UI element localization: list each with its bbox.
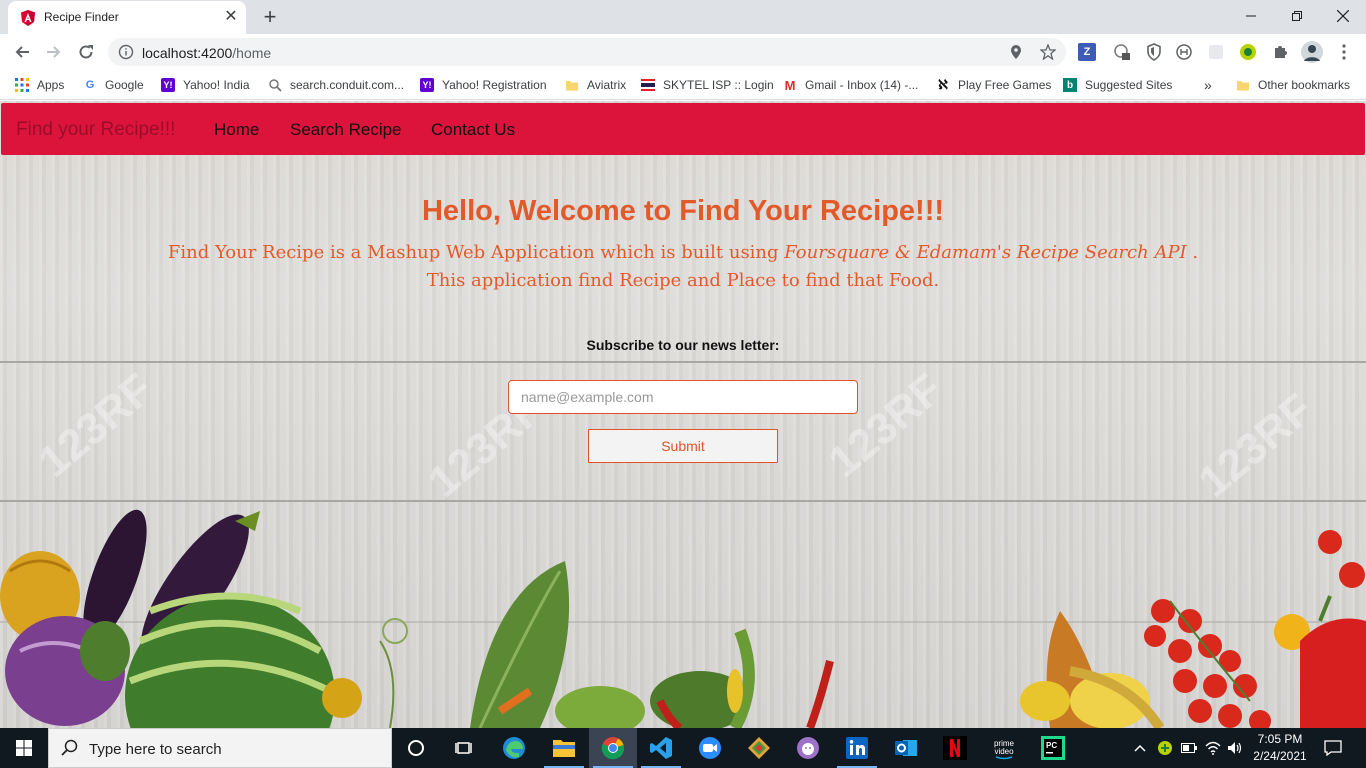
- notification-icon[interactable]: [1320, 738, 1346, 758]
- bookmark-suggested-sites[interactable]: b Suggested Sites: [1063, 76, 1172, 94]
- bookmark-play-free-games[interactable]: ℵ Play Free Games: [936, 76, 1051, 94]
- svg-text:PC: PC: [1046, 741, 1057, 750]
- git-icon[interactable]: [735, 728, 783, 768]
- bookmark-aviatrix[interactable]: Aviatrix: [565, 76, 626, 94]
- chevron-up-icon[interactable]: [1132, 738, 1148, 758]
- vpn-extension-icon[interactable]: [1174, 42, 1194, 62]
- browser-tab[interactable]: Recipe Finder ✕: [8, 1, 246, 34]
- blank-extension-icon[interactable]: [1206, 42, 1226, 62]
- vegetables-image: [0, 509, 1366, 728]
- pycharm-icon[interactable]: PC: [1029, 728, 1077, 768]
- new-tab-button[interactable]: +: [258, 6, 282, 30]
- watermark-text: 123RF: [1189, 384, 1323, 507]
- github-desktop-icon[interactable]: [784, 728, 832, 768]
- page-content: 123RF 123RF 123RF 123RF Find your Recipe…: [0, 101, 1366, 728]
- bookmark-yahoo-india[interactable]: Y! Yahoo! India: [161, 76, 250, 94]
- clock-time: 7:05 PM: [1257, 732, 1303, 746]
- navbar-brand[interactable]: Find your Recipe!!!: [16, 119, 175, 141]
- bookmark-gmail[interactable]: M Gmail - Inbox (14) -...: [783, 76, 919, 94]
- watermark-text: 123RF: [29, 364, 163, 487]
- bookmarks-bar: Apps G Google Y! Yahoo! India search.con…: [0, 70, 1366, 100]
- bookmark-other-bookmarks[interactable]: Other bookmarks: [1236, 76, 1350, 94]
- close-tab-icon[interactable]: ✕: [222, 8, 240, 26]
- welcome-heading: Hello, Welcome to Find Your Recipe!!!: [421, 195, 945, 227]
- prime-video-icon[interactable]: prime video: [980, 728, 1028, 768]
- apps-grid-icon: [15, 78, 29, 92]
- address-bar[interactable]: localhost:4200/home: [108, 38, 1066, 66]
- chrome-icon[interactable]: [589, 728, 637, 768]
- subscribe-label: Subscribe to our news letter:: [586, 337, 780, 353]
- google-icon: G: [85, 79, 95, 91]
- gmail-icon: M: [784, 77, 796, 93]
- extensions-puzzle-icon[interactable]: [1270, 42, 1290, 62]
- reload-icon[interactable]: [74, 40, 98, 64]
- search-icon: [61, 739, 78, 756]
- forward-icon[interactable]: [42, 40, 66, 64]
- folder-icon: [1236, 78, 1250, 92]
- email-field[interactable]: [508, 380, 858, 414]
- file-explorer-icon[interactable]: [540, 728, 588, 768]
- vscode-icon[interactable]: [637, 728, 685, 768]
- search-icon: [268, 78, 282, 92]
- games-icon: ℵ: [938, 77, 948, 92]
- angular-icon: [21, 10, 35, 26]
- netflix-icon[interactable]: [931, 728, 979, 768]
- volume-icon[interactable]: [1226, 738, 1244, 758]
- windows-start-icon[interactable]: [0, 728, 48, 768]
- yahoo-icon: Y!: [161, 78, 175, 92]
- taskbar-search-placeholder: Type here to search: [89, 741, 222, 758]
- profile-avatar[interactable]: [1301, 41, 1323, 63]
- shield-icon[interactable]: [1144, 42, 1164, 62]
- submit-button[interactable]: Submit: [588, 429, 778, 463]
- location-icon[interactable]: [1008, 44, 1024, 60]
- more-menu-icon[interactable]: [1334, 42, 1354, 62]
- bookmark-yahoo-registration[interactable]: Y! Yahoo! Registration: [420, 76, 547, 94]
- linkedin-icon[interactable]: [833, 728, 881, 768]
- zoom-icon[interactable]: [686, 728, 734, 768]
- bookmark-google[interactable]: G Google: [83, 76, 144, 94]
- clock-date: 2/24/2021: [1253, 749, 1307, 763]
- taskbar-clock[interactable]: 7:05 PM 2/24/2021: [1248, 731, 1312, 765]
- cortana-icon[interactable]: [392, 728, 440, 768]
- battery-icon[interactable]: [1180, 738, 1198, 758]
- close-window-icon[interactable]: [1320, 0, 1366, 32]
- folder-icon: [565, 78, 579, 92]
- restore-icon[interactable]: [1274, 0, 1320, 32]
- back-icon[interactable]: [10, 40, 34, 64]
- minimize-icon[interactable]: [1228, 0, 1274, 32]
- star-icon[interactable]: [1040, 44, 1056, 60]
- svg-text:video: video: [994, 747, 1014, 756]
- site-navbar: Find your Recipe!!! Home Search Recipe C…: [1, 103, 1365, 155]
- yahoo-icon: Y!: [420, 78, 434, 92]
- bookmark-apps[interactable]: Apps: [15, 76, 64, 94]
- bookmarks-overflow-button[interactable]: »: [1204, 76, 1212, 94]
- outlook-icon[interactable]: [882, 728, 930, 768]
- tray-app-icon[interactable]: [1156, 738, 1174, 758]
- flag-icon: [641, 78, 655, 92]
- windows-taskbar: Type here to search prime video PC 7:05 P…: [0, 728, 1366, 768]
- browser-toolbar: localhost:4200/home Z: [0, 34, 1366, 70]
- app-description: Find Your Recipe is a Mashup Web Applica…: [167, 242, 1199, 291]
- extension-icon[interactable]: [1112, 42, 1132, 62]
- edge-icon[interactable]: [490, 728, 538, 768]
- info-icon[interactable]: [118, 44, 134, 60]
- nav-link-home[interactable]: Home: [214, 120, 259, 140]
- translate-extension-icon[interactable]: [1238, 42, 1258, 62]
- browser-tab-strip: Recipe Finder ✕ +: [0, 0, 1366, 34]
- wood-plank-line: [0, 361, 1366, 363]
- url-text[interactable]: localhost:4200/home: [142, 45, 271, 61]
- taskbar-search-box[interactable]: Type here to search: [48, 728, 392, 768]
- tab-title: Recipe Finder: [44, 10, 119, 24]
- bookmark-search-conduit[interactable]: search.conduit.com...: [268, 76, 404, 94]
- nav-link-contact-us[interactable]: Contact Us: [431, 120, 515, 140]
- zotero-extension-icon[interactable]: Z: [1078, 43, 1096, 61]
- bookmark-skytel[interactable]: SKYTEL ISP :: Login: [641, 76, 774, 94]
- wifi-icon[interactable]: [1204, 738, 1222, 758]
- task-view-icon[interactable]: [440, 728, 488, 768]
- bing-icon: b: [1063, 78, 1077, 92]
- nav-link-search-recipe[interactable]: Search Recipe: [290, 120, 402, 140]
